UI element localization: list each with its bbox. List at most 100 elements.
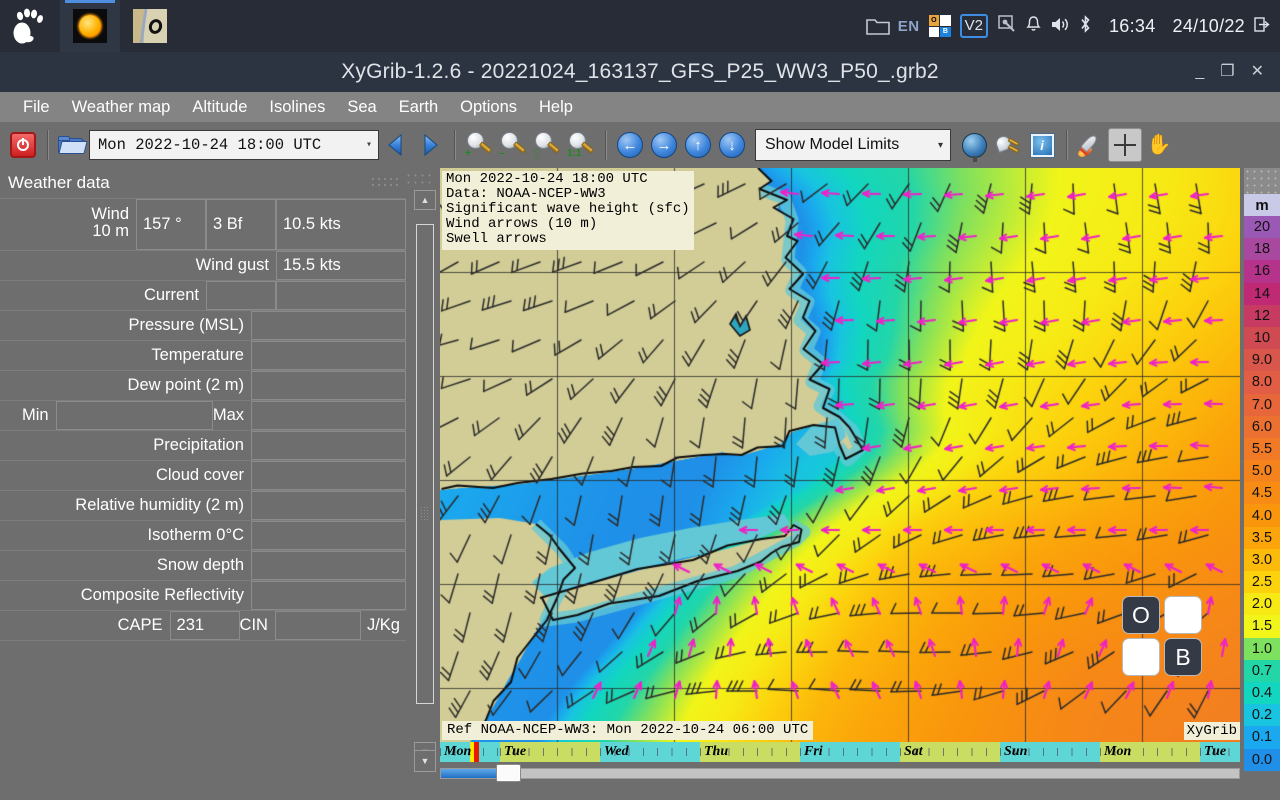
zoom-to-selection-button[interactable]: ░ (530, 128, 564, 162)
weather-row-composite-reflectivity-label: Composite Reflectivity (80, 586, 244, 604)
weather-row-min-max: Min Max (0, 400, 406, 430)
keyboard-layout-icon[interactable]: OB (928, 15, 951, 37)
pan-left-button[interactable]: ← (613, 128, 647, 162)
color-scale-grip[interactable] (1244, 168, 1280, 194)
globe-projection-button[interactable] (957, 128, 991, 162)
menu-earth[interactable]: Earth (388, 95, 449, 120)
date-selector-combobox[interactable]: Mon 2022-10-24 18:00 UTC ▾ (89, 130, 379, 160)
boat-routing-button[interactable] (1074, 128, 1108, 162)
composite-reflectivity-value (251, 581, 406, 610)
timeline-day-wed-2[interactable]: Wed (600, 742, 700, 762)
volume-icon[interactable] (1050, 16, 1070, 37)
taskbar-map-window-button[interactable] (120, 0, 180, 52)
menu-file[interactable]: File (12, 95, 61, 120)
color-scale-unit: m (1244, 194, 1280, 216)
weather-panel-scrollbar[interactable]: ▲ ▼ (414, 190, 436, 762)
pointer-tool-button[interactable] (1108, 128, 1142, 162)
maximize-button[interactable]: ❐ (1220, 64, 1234, 80)
taskbar-xygrib-window-button[interactable] (60, 0, 120, 52)
color-scale-stop-12: 4.5 (1244, 482, 1280, 505)
isotherm-value (251, 521, 406, 550)
timeline-day-tue-1[interactable]: Tue (500, 742, 600, 762)
system-taskbar: EN OB V2 16:34 24/10/22 (0, 0, 1280, 52)
connect-plugin-button[interactable] (991, 128, 1025, 162)
scroll-up-button[interactable]: ▲ (414, 190, 436, 210)
timeline-day-fri-4[interactable]: Fri (800, 742, 900, 762)
menu-altitude[interactable]: Altitude (181, 95, 258, 120)
timeline-day-thu-3[interactable]: Thu (700, 742, 800, 762)
weather-row-cape-cin: CAPE 231 CIN J/Kg (0, 610, 406, 640)
menu-options[interactable]: Options (449, 95, 528, 120)
gnome-foot-icon[interactable] (0, 0, 60, 52)
open-file-button[interactable] (55, 128, 89, 162)
current-value-1 (206, 281, 276, 310)
timeline-day-mon-0[interactable]: Mon (440, 742, 500, 762)
zoom-selection-symbol: ░ (533, 148, 541, 159)
notification-bell-icon[interactable] (1026, 15, 1041, 37)
menu-isolines[interactable]: Isolines (258, 95, 336, 120)
menu-weather-map[interactable]: Weather map (61, 95, 182, 120)
v2-indicator[interactable]: V2 (959, 14, 988, 38)
xygrib-sun-icon (73, 9, 107, 43)
ob-cell-o[interactable]: O (1122, 596, 1160, 634)
ob-cell-b[interactable]: B (1164, 638, 1202, 676)
clock-time[interactable]: 16:34 (1109, 16, 1156, 37)
scrollbar-thumb[interactable] (416, 224, 434, 704)
bluetooth-icon[interactable] (1079, 15, 1092, 37)
color-scale-stop-10: 5.5 (1244, 437, 1280, 461)
window-title: XyGrib-1.2.6 - 20221024_163137_GFS_P25_W… (341, 60, 939, 83)
weather-row-pressure-label: Pressure (MSL) (128, 316, 244, 334)
close-button[interactable]: ✕ (1251, 64, 1264, 80)
timeline-day-sat-5[interactable]: Sat (900, 742, 1000, 762)
microphone-icon[interactable] (997, 14, 1017, 38)
min-value (55, 401, 213, 430)
menu-sea[interactable]: Sea (336, 95, 387, 120)
min-label: Min (22, 406, 49, 424)
timeline-day-bands[interactable]: Mon Tue Wed Thu Fri Sat Sun Mon Tue (440, 742, 1240, 762)
forecast-timeline[interactable]: Mon Tue Wed Thu Fri Sat Sun Mon Tue (440, 742, 1240, 782)
window-controls: _ ❐ ✕ (1195, 52, 1274, 92)
zoom-out-button[interactable]: – (496, 128, 530, 162)
menu-help[interactable]: Help (528, 95, 584, 120)
grib-info-button[interactable]: i (1025, 128, 1059, 162)
map-app-icon (133, 9, 167, 43)
pan-tool-button[interactable]: ✋ (1142, 128, 1176, 162)
pan-up-button[interactable]: ↑ (681, 128, 715, 162)
weather-map[interactable]: Mon 2022-10-24 18:00 UTC Data: NOAA-NCEP… (440, 168, 1240, 742)
clock-date[interactable]: 24/10/22 (1173, 16, 1245, 37)
wind-beaufort-value: 3 Bf (206, 199, 276, 250)
ob-cell-tr[interactable] (1164, 596, 1202, 634)
language-indicator[interactable]: EN (898, 18, 920, 35)
logout-icon[interactable] (1254, 16, 1270, 37)
minimize-button[interactable]: _ (1195, 64, 1204, 80)
zoom-in-button[interactable]: + (462, 128, 496, 162)
panel-splitter-grip[interactable] (405, 172, 431, 186)
dew-point-value (251, 371, 406, 400)
panel-grip-handle[interactable] (370, 176, 398, 190)
zoom-actual-size-button[interactable]: 1:1 (564, 128, 598, 162)
weather-row-dew-point-label: Dew point (2 m) (127, 376, 244, 394)
pan-down-button[interactable]: ↓ (715, 128, 749, 162)
files-icon[interactable] (858, 16, 898, 36)
timeline-slider[interactable] (440, 764, 1240, 782)
pan-up-glyph: ↑ (694, 136, 702, 154)
stop-button[interactable] (6, 128, 40, 162)
ob-toggle-widget[interactable]: O B (1118, 592, 1206, 680)
timeline-slider-groove[interactable] (440, 768, 1240, 779)
color-scale-stop-0: 20 (1244, 216, 1280, 239)
timeline-day-sun-6[interactable]: Sun (1000, 742, 1100, 762)
timeline-collapse-button[interactable]: ▼ (414, 750, 436, 772)
pressure-value (251, 311, 406, 340)
precipitation-value (251, 431, 406, 460)
previous-forecast-button[interactable] (379, 128, 413, 162)
pan-right-button[interactable]: → (647, 128, 681, 162)
timeline-day-tue-8[interactable]: Tue (1200, 742, 1240, 762)
timeline-slider-handle[interactable] (496, 764, 521, 782)
model-limits-combobox[interactable]: Show Model Limits ▾ (755, 129, 951, 161)
info-letter: i (1032, 135, 1052, 155)
timeline-day-label: Mon (1104, 744, 1132, 759)
scrollbar-track[interactable] (414, 214, 436, 738)
ob-cell-bl[interactable] (1122, 638, 1160, 676)
timeline-day-mon-7[interactable]: Mon (1100, 742, 1200, 762)
next-forecast-button[interactable] (413, 128, 447, 162)
